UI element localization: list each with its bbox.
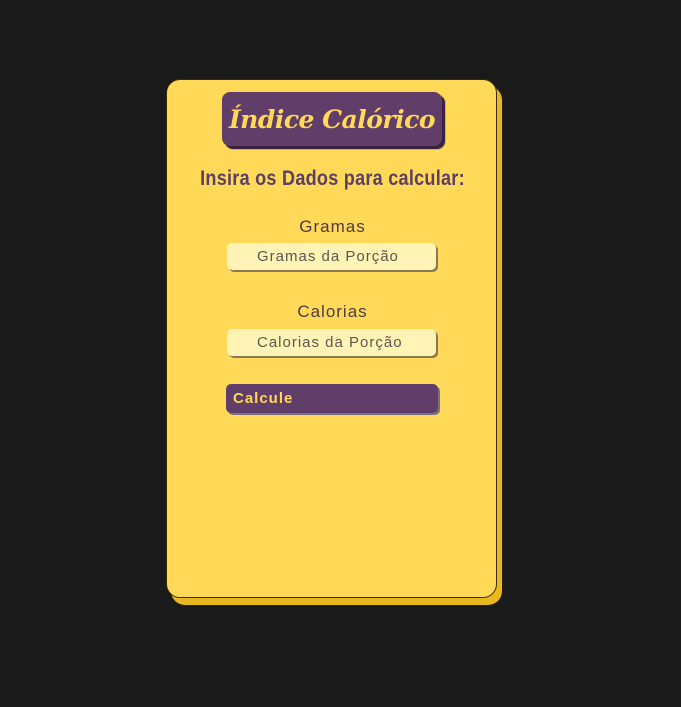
calculate-button[interactable]: Calcule: [226, 384, 438, 413]
grams-label: Gramas: [299, 217, 366, 236]
calculator-card: Índice Calórico Insira os Dados para cal…: [166, 79, 497, 598]
calories-input[interactable]: [227, 329, 436, 356]
calories-label: Calorias: [297, 302, 368, 321]
title-banner: Índice Calórico: [222, 92, 442, 146]
form-instruction: Insira os Dados para calcular:: [200, 167, 465, 190]
page-title: Índice Calórico: [228, 104, 436, 134]
grams-input[interactable]: [227, 243, 436, 270]
